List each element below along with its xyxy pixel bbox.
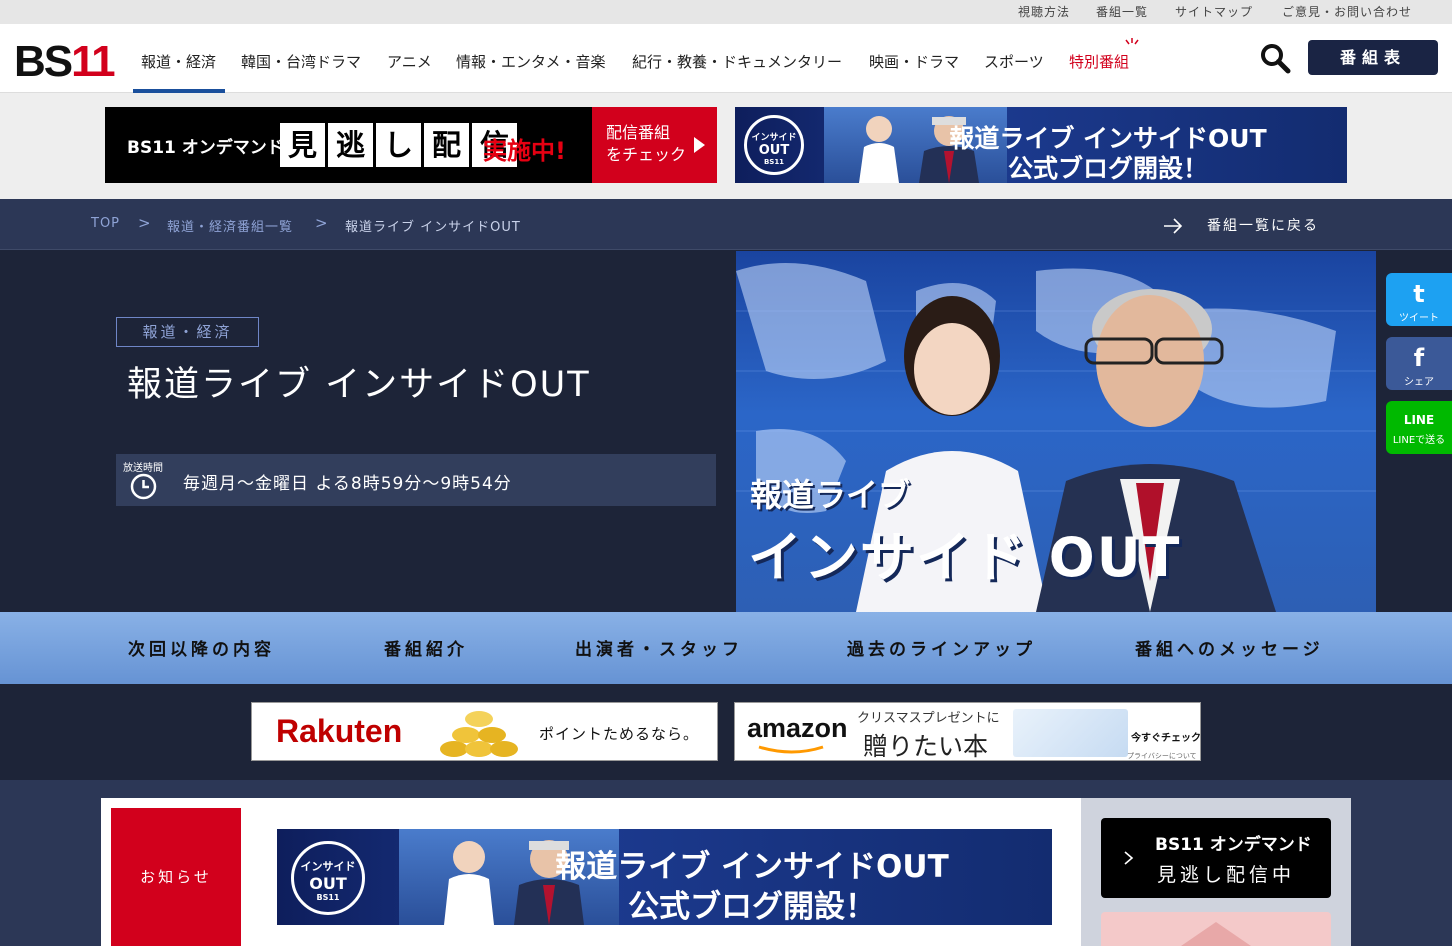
tab-cast-staff[interactable]: 出演者・スタッフ (575, 635, 743, 660)
rakuten-ad[interactable]: Rakuten ポイントためるなら。 (251, 702, 718, 761)
share-label: シェア (1404, 377, 1434, 388)
link-contact[interactable]: ご意見・お問い合わせ (1282, 3, 1412, 20)
word-box: 逃 (328, 123, 373, 167)
nav-korea-taiwan-drama[interactable]: 韓国・台湾ドラマ (241, 51, 361, 72)
tweet-label: ツイート (1399, 313, 1439, 324)
line-share-button[interactable]: LINE LINEで送る (1386, 401, 1452, 454)
breadcrumb-current: 報道ライブ インサイドOUT (345, 220, 521, 235)
insideout-badge: インサイド OUT BS11 (744, 115, 804, 175)
books-image (1013, 709, 1128, 757)
arrow-right-icon (1164, 218, 1183, 234)
program-hero (0, 251, 736, 612)
link-how-to-watch[interactable]: 視聴方法 (1018, 3, 1070, 20)
link-program-list[interactable]: 番組一覧 (1096, 3, 1148, 20)
amazon-logo: amazon (747, 713, 848, 743)
amazon-smile-icon (758, 745, 824, 754)
facebook-share-button[interactable]: f シェア (1386, 337, 1452, 390)
blog-promo-line1: 報道ライブ インサイドOUT (555, 849, 949, 885)
nav-movie-drama[interactable]: 映画・ドラマ (869, 51, 959, 72)
tab-message[interactable]: 番組へのメッセージ (1135, 635, 1324, 660)
badge-line2: OUT (309, 874, 347, 893)
breadcrumb-separator: > (315, 214, 328, 232)
word-box: し (376, 123, 421, 167)
tab-past-lineup[interactable]: 過去のラインアップ (847, 635, 1036, 660)
nav-travel-documentary[interactable]: 紀行・教養・ドキュメンタリー (632, 51, 842, 72)
tab-upcoming[interactable]: 次回以降の内容 (128, 635, 275, 660)
hero-logo-line2: インサイド OUT (748, 526, 1182, 589)
badge-bs: BS11 (763, 158, 785, 166)
ondemand-logo: BS11 オンデマンド (127, 138, 284, 158)
breadcrumb-separator: > (138, 214, 151, 232)
blog-promo-banner-large[interactable]: インサイド OUT BS11 報道ライブ インサイドOUT 公式ブログ開設！ (277, 829, 1052, 925)
word-box: 見 (280, 123, 325, 167)
logo-number: 11 (71, 37, 115, 86)
blog-promo-banner[interactable]: インサイド OUT BS11 報道ライブ インサイドOUT 公式ブログ開設！ (735, 107, 1347, 183)
schedule-button[interactable]: 番組表 (1308, 40, 1438, 75)
facebook-icon: f (1413, 344, 1425, 372)
play-arrow-icon (694, 137, 705, 153)
breadcrumb-category[interactable]: 報道・経済番組一覧 (167, 216, 293, 235)
line-icon: LINE (1403, 413, 1435, 427)
envelope-icon (1181, 922, 1251, 946)
hero-logo-line1: 報道ライブ (750, 476, 911, 514)
airtime-label: 放送時間 (123, 463, 163, 474)
insideout-badge: インサイド OUT BS11 (291, 841, 365, 915)
search-icon[interactable] (1259, 42, 1291, 74)
amazon-cta: 今すぐチェック (1131, 733, 1201, 744)
utility-bar: 視聴方法 番組一覧 サイトマップ ご意見・お問い合わせ (0, 0, 1452, 24)
news-label: お知らせ (111, 808, 241, 946)
category-badge[interactable]: 報道・経済 (116, 317, 259, 347)
program-tabs: 次回以降の内容 番組紹介 出演者・スタッフ 過去のラインアップ 番組へのメッセー… (0, 612, 1452, 684)
amazon-ad[interactable]: amazon クリスマスプレゼントに 贈りたい本 今すぐチェック プライバシーに… (734, 702, 1201, 761)
line-label: LINEで送る (1392, 435, 1446, 446)
badge-line2: OUT (758, 143, 790, 158)
site-header: BS11 報道・経済 韓国・台湾ドラマ アニメ 情報・エンタメ・音楽 紀行・教養… (0, 24, 1452, 93)
amazon-privacy[interactable]: プライバシーについて (1127, 751, 1197, 760)
amazon-main: 贈りたい本 (863, 732, 989, 761)
bs11-logo[interactable]: BS11 (14, 37, 116, 86)
ondemand-subtitle: 見逃し配信中 (1157, 864, 1296, 886)
amazon-sub: クリスマスプレゼントに (857, 711, 1000, 726)
nav-news-economy[interactable]: 報道・経済 (141, 51, 216, 72)
page-title: 報道ライブ インサイドOUT (127, 365, 591, 405)
rakuten-text: ポイントためるなら。 (539, 725, 700, 743)
sparkle-icon (1125, 38, 1139, 45)
ondemand-status: 実施中! (483, 137, 566, 165)
check-programs-button[interactable]: 配信番組 をチェック (592, 107, 717, 183)
blog-promo-line2: 公式ブログ開設！ (1007, 154, 1208, 183)
mail-banner[interactable] (1101, 912, 1331, 946)
tweet-button[interactable]: t ツイート (1386, 273, 1452, 326)
word-box: 配 (424, 123, 469, 167)
ondemand-side-button[interactable]: BS11 オンデマンド 見逃し配信中 (1101, 818, 1331, 898)
back-label: 番組一覧に戻る (1207, 218, 1319, 234)
back-to-list-link[interactable]: 番組一覧に戻る (1163, 215, 1319, 235)
twitter-icon: t (1413, 280, 1425, 308)
blog-promo-line2: 公式ブログ開設！ (628, 889, 876, 925)
nav-anime[interactable]: アニメ (387, 51, 432, 72)
nav-special[interactable]: 特別番組 (1069, 51, 1129, 72)
airtime-value: 毎週月〜金曜日 よる8時59分〜9時54分 (183, 474, 512, 494)
badge-bs: BS11 (316, 893, 340, 902)
breadcrumb-top[interactable]: TOP (91, 216, 120, 231)
tab-introduction[interactable]: 番組紹介 (384, 635, 468, 660)
nav-info-entertainment[interactable]: 情報・エンタメ・音楽 (456, 51, 606, 72)
rakuten-logo: Rakuten (276, 713, 403, 749)
program-key-visual: 報道ライブ インサイド OUT (736, 251, 1376, 612)
badge-line1: インサイド (751, 133, 797, 143)
chevron-right-icon (1124, 851, 1134, 865)
missed-streaming-words: 見 逃 し 配 信 (280, 123, 517, 167)
nav-sports[interactable]: スポーツ (984, 51, 1044, 72)
breadcrumb: TOP > 報道・経済番組一覧 > 報道ライブ インサイドOUT 番組一覧に戻る (0, 199, 1452, 250)
coins-icon (440, 711, 518, 757)
badge-line1: インサイド (300, 860, 356, 873)
ondemand-logo: BS11 オンデマンド (1155, 835, 1312, 855)
logo-bs: BS (14, 37, 73, 86)
ondemand-promo-banner[interactable]: BS11 オンデマンド 見 逃 し 配 信 実施中! 配信番組 をチェック (105, 107, 717, 183)
ad-band (0, 684, 1452, 780)
link-sitemap[interactable]: サイトマップ (1175, 3, 1253, 20)
clock-icon (130, 473, 157, 500)
